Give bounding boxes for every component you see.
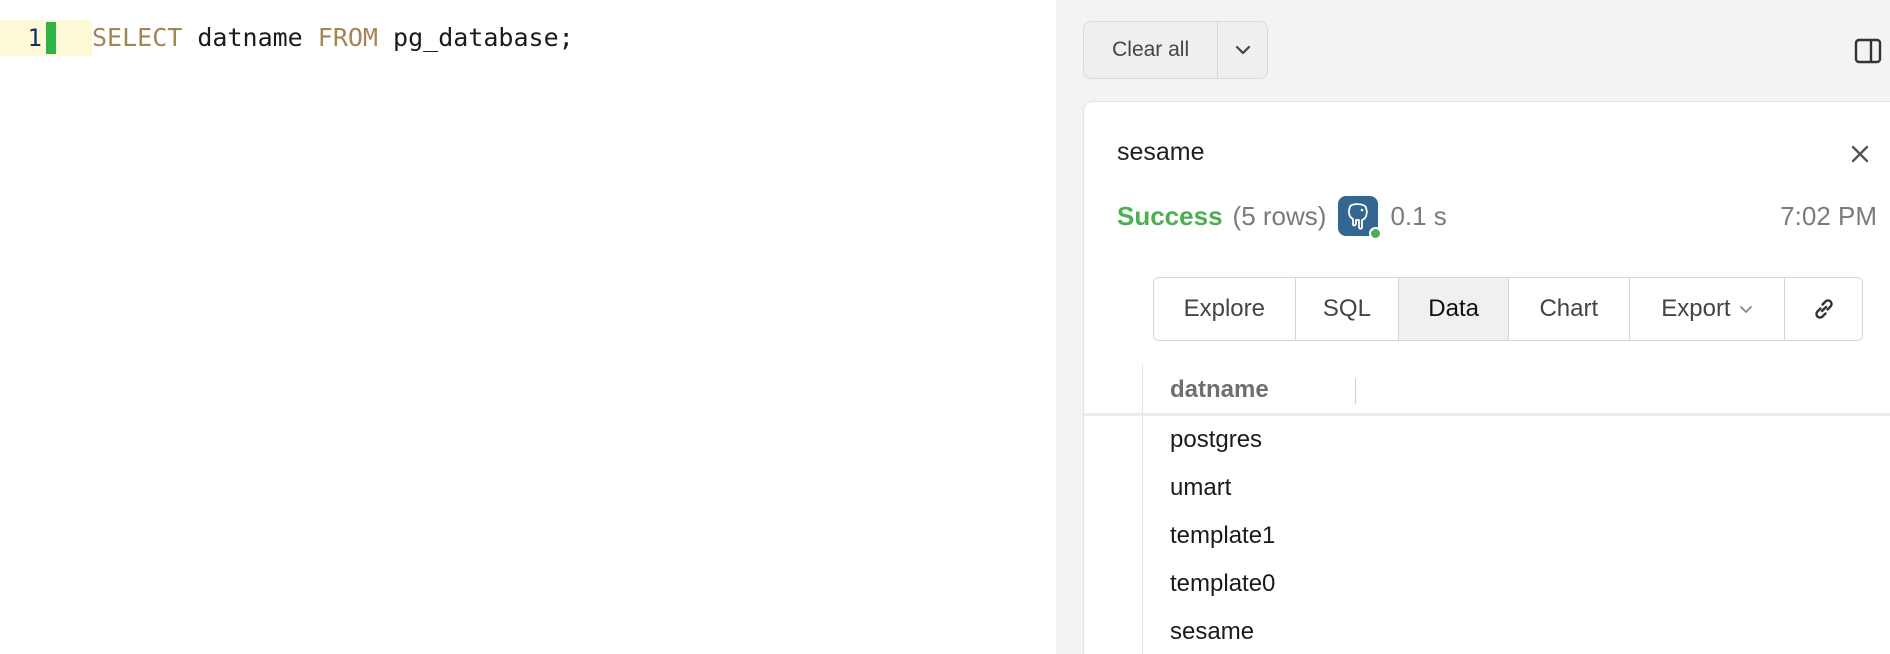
column-resize-handle[interactable] [1355, 378, 1356, 404]
table-row[interactable]: umart [1084, 464, 1890, 512]
chevron-down-icon [1739, 305, 1752, 313]
table-cell: umart [1170, 474, 1232, 501]
code-line-1[interactable]: 1 SELECT datname FROM pg_database; [0, 20, 1056, 56]
clear-menu-button[interactable] [1217, 22, 1267, 78]
column-header-datname[interactable]: datname [1170, 376, 1269, 404]
status-row: Success (5 rows) 0.1 s 7:02 PM [1117, 194, 1877, 240]
result-tabs: Explore SQL Data Chart Export [1153, 277, 1863, 341]
app-root: 1 SELECT datname FROM pg_database; Clear… [0, 0, 1890, 654]
code-text[interactable]: SELECT datname FROM pg_database; [92, 20, 574, 56]
table-header: datname [1084, 364, 1890, 416]
table-cell: postgres [1170, 426, 1263, 453]
close-result-button[interactable] [1846, 140, 1874, 168]
database-badge [1338, 196, 1383, 240]
tab-data[interactable]: Data [1399, 278, 1509, 340]
tab-chart[interactable]: Chart [1508, 278, 1630, 340]
code-rest: pg_database; [378, 23, 574, 52]
tab-explore[interactable]: Explore [1154, 278, 1296, 340]
table-cell: template1 [1170, 522, 1276, 549]
link-icon [1814, 299, 1833, 319]
copy-link-button[interactable] [1785, 278, 1862, 340]
panel-toggle-button[interactable] [1854, 38, 1882, 64]
keyword-select: SELECT [92, 23, 183, 52]
result-card: sesame Success (5 rows) 0.1 s 7:02 PM Ex… [1083, 101, 1890, 654]
code-column: datname [182, 23, 318, 52]
connection-status-dot [1369, 227, 1383, 240]
tab-export-label: Export [1661, 295, 1731, 322]
postgresql-elephant-icon [1348, 203, 1369, 230]
cursor-marker [46, 22, 56, 54]
table-cell: template0 [1170, 570, 1276, 597]
line-number: 1 [27, 24, 42, 52]
result-title: sesame [1117, 138, 1205, 166]
query-time: 7:02 PM [1780, 200, 1877, 231]
row-count: (5 rows) [1232, 200, 1327, 231]
status-badge: Success [1117, 200, 1223, 231]
line-gutter: 1 [0, 20, 92, 56]
table-cell: sesame [1170, 618, 1255, 645]
chevron-down-icon [1235, 45, 1250, 55]
table-row[interactable]: template1 [1084, 512, 1890, 560]
clear-all-button[interactable]: Clear all [1084, 22, 1217, 78]
close-icon [1851, 145, 1869, 163]
results-panel: Clear all sesame Success (5 rows) 0.1 s … [1056, 0, 1890, 654]
sql-editor[interactable]: 1 SELECT datname FROM pg_database; [0, 0, 1056, 654]
tab-export[interactable]: Export [1629, 278, 1786, 340]
table-row[interactable]: template0 [1084, 560, 1890, 608]
keyword-from: FROM [317, 23, 378, 52]
sidebar-panel-icon [1854, 38, 1882, 64]
query-duration: 0.1 s [1390, 200, 1447, 231]
table-row[interactable]: postgres [1084, 416, 1890, 464]
result-table: datname postgres umart template1 templat… [1084, 364, 1890, 654]
clear-all-group: Clear all [1083, 21, 1268, 79]
tab-sql[interactable]: SQL [1295, 278, 1400, 340]
table-row[interactable]: sesame [1084, 608, 1890, 654]
